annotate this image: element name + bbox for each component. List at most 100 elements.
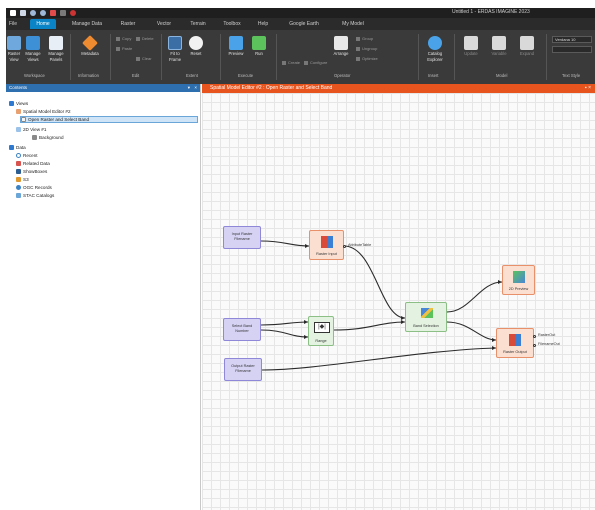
port-raster-out[interactable]	[533, 335, 536, 338]
tab-vector[interactable]: Vector	[152, 19, 176, 29]
tree-item-recent[interactable]: Recent	[16, 152, 38, 159]
tree-item-ogc-records[interactable]: OGC Records	[16, 184, 52, 191]
tree-item-data[interactable]: Data	[9, 144, 26, 151]
node-range[interactable]: |◆| Range	[308, 316, 334, 346]
ribbon-separator	[454, 34, 455, 80]
run-icon	[252, 36, 266, 50]
manage-panels-button[interactable]: Manage Panels	[46, 36, 66, 62]
print-icon[interactable]	[50, 10, 56, 16]
ribbon-separator	[546, 34, 547, 80]
node-2d-preview[interactable]: 2D Preview	[502, 265, 535, 295]
raster-view-icon	[7, 36, 21, 50]
tree-item-background[interactable]: Background	[32, 134, 64, 141]
node-input-raster-filename[interactable]: Input Raster Filename	[223, 226, 261, 249]
raster-output-icon	[509, 334, 521, 346]
quick-access-customize-icon[interactable]	[70, 10, 76, 16]
menu-bar: File Home Manage Data Raster Vector Terr…	[6, 18, 595, 30]
node-raster-output[interactable]: Raster Output	[496, 328, 534, 358]
delete-button[interactable]: Delete	[136, 36, 154, 41]
node-output-raster-filename[interactable]: Output Raster Filename	[224, 358, 262, 381]
tree-item-related-data[interactable]: Related Data	[16, 160, 50, 167]
port-label-raster-out: RasterOut	[538, 333, 556, 337]
group-label-operator: Operator	[334, 73, 351, 78]
node-band-selection[interactable]: Band Selection	[405, 302, 447, 332]
manage-views-button[interactable]: Manage Views	[23, 36, 43, 62]
redo-icon[interactable]	[40, 10, 46, 16]
s3-bucket-icon	[16, 177, 21, 183]
arrange-button[interactable]: Arrange	[330, 36, 352, 56]
port-label-filename-out: FilenameOut	[538, 342, 560, 346]
model-canvas[interactable]	[202, 93, 595, 510]
ribbon-separator	[70, 34, 71, 80]
group-label-execute: Execute	[238, 73, 254, 78]
reset-icon	[189, 36, 203, 50]
raster-view-button[interactable]: Raster View	[6, 36, 22, 62]
node-raster-input[interactable]: Raster Input	[309, 230, 344, 260]
tree-item-s3[interactable]: S3	[16, 176, 29, 183]
tab-manage-data[interactable]: Manage Data	[62, 19, 112, 29]
editor-tab-title: Spatial Model Editor #2 : Open Raster an…	[210, 85, 333, 91]
tab-file[interactable]: File	[6, 19, 20, 29]
save-icon[interactable]	[20, 10, 26, 16]
pin-icon[interactable]: ▾	[188, 84, 190, 92]
dropdown-icon[interactable]	[60, 10, 66, 16]
group-button[interactable]: Group	[356, 36, 373, 41]
update-button[interactable]: Update	[460, 36, 482, 56]
catalog-explorer-button[interactable]: Catalog Explorer	[422, 36, 448, 62]
window-title: Untitled 1 - ERDAS IMAGINE 2023	[452, 9, 530, 15]
editor-tab[interactable]: Spatial Model Editor #2 : Open Raster an…	[202, 84, 595, 93]
tree-item-stac-catalogs[interactable]: STAC Catalogs	[16, 192, 54, 199]
tree-item-showboxes[interactable]: ShowBoxes	[16, 168, 47, 175]
port-filename-out[interactable]	[533, 344, 536, 347]
ungroup-button[interactable]: Ungroup	[356, 46, 377, 51]
tab-home[interactable]: Home	[30, 19, 56, 29]
node-select-band-number[interactable]: Select Band Number	[223, 318, 261, 341]
tab-toolbox[interactable]: Toolbox	[218, 19, 246, 29]
run-button[interactable]: Run	[250, 36, 268, 56]
group-label-edit: Edit	[132, 73, 140, 78]
tree-item-views[interactable]: Views	[9, 100, 28, 107]
fit-to-frame-button[interactable]: Fit to Frame	[166, 36, 184, 62]
title-bar: Untitled 1 - ERDAS IMAGINE 2023	[6, 8, 595, 18]
configure-button[interactable]: Configure	[304, 60, 327, 65]
stac-catalog-icon	[16, 193, 21, 199]
font-combo[interactable]: Verdana 10	[552, 36, 592, 43]
metadata-button[interactable]: Metadata	[78, 35, 102, 56]
reset-button[interactable]: Reset	[188, 36, 204, 56]
tree-item-open-raster-and-select-band[interactable]: Open Raster and Select Band	[20, 116, 198, 123]
create-button[interactable]: Create	[282, 60, 300, 65]
port-attribute-table[interactable]	[343, 245, 346, 248]
group-label-text-style: Text Style	[562, 73, 581, 78]
contents-panel: Contents ▾ × Views Spatial Model Editor …	[6, 84, 201, 510]
paste-button[interactable]: Paste	[116, 46, 132, 51]
group-label-information: Information	[78, 73, 99, 78]
contents-panel-title: Contents	[9, 85, 28, 90]
2d-preview-icon	[513, 271, 525, 283]
clear-button[interactable]: Clear	[136, 56, 152, 61]
optimize-button[interactable]: Optimize	[356, 56, 378, 61]
tree-item-spatial-model-editor[interactable]: Spatial Model Editor #2	[16, 108, 71, 115]
group-label-insert: Insert	[428, 73, 439, 78]
close-icon[interactable]: ×	[194, 84, 197, 92]
preview-button[interactable]: Preview	[226, 36, 246, 56]
tab-terrain[interactable]: Terrain	[184, 19, 212, 29]
tree-item-2d-view[interactable]: 2D View #1	[16, 126, 46, 133]
update-icon	[464, 36, 478, 50]
app-logo-icon	[10, 10, 16, 16]
font-size-combo[interactable]	[552, 46, 592, 53]
expand-button[interactable]: Expand	[516, 36, 538, 56]
variable-icon	[492, 36, 506, 50]
tab-google-earth[interactable]: Google Earth	[282, 19, 326, 29]
tab-help[interactable]: Help	[254, 19, 272, 29]
tab-raster[interactable]: Raster	[116, 19, 140, 29]
model-icon	[16, 109, 21, 115]
metadata-icon	[82, 35, 98, 51]
copy-button[interactable]: Copy	[116, 36, 131, 41]
contents-panel-header: Contents ▾ ×	[6, 84, 200, 92]
ribbon-separator	[110, 34, 111, 80]
ribbon-separator	[276, 34, 277, 80]
variable-button[interactable]: Variable	[488, 36, 510, 56]
undo-icon[interactable]	[30, 10, 36, 16]
tab-my-model[interactable]: My Model	[336, 19, 370, 29]
close-tab-icon[interactable]: ▪ ×	[585, 84, 591, 93]
